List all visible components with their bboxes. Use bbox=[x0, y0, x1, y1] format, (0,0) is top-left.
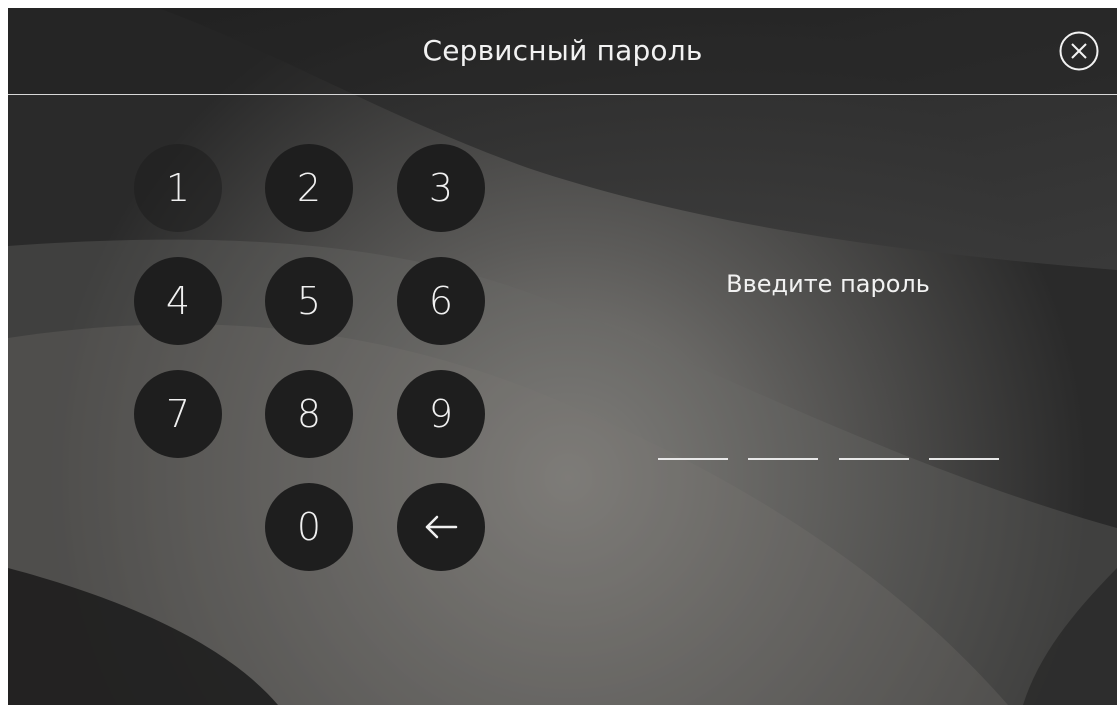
key-2[interactable]: 2 bbox=[265, 144, 353, 232]
pin-slot-4 bbox=[929, 458, 999, 460]
key-3[interactable]: 3 bbox=[397, 144, 485, 232]
pin-slot-2 bbox=[748, 458, 818, 460]
password-prompt: Введите пароль bbox=[726, 270, 930, 298]
key-4[interactable]: 4 bbox=[134, 257, 222, 345]
close-button[interactable] bbox=[1059, 31, 1099, 71]
backspace-button[interactable] bbox=[397, 483, 485, 571]
key-6[interactable]: 6 bbox=[397, 257, 485, 345]
key-8[interactable]: 8 bbox=[265, 370, 353, 458]
wave-background bbox=[8, 8, 1117, 705]
key-0[interactable]: 0 bbox=[265, 483, 353, 571]
service-password-screen: Сервисный пароль 1 2 3 4 5 6 7 8 9 0 Вве… bbox=[8, 8, 1117, 705]
backspace-arrow-icon bbox=[425, 515, 458, 539]
pin-slot-1 bbox=[658, 458, 728, 460]
key-9[interactable]: 9 bbox=[397, 370, 485, 458]
pin-slot-3 bbox=[839, 458, 909, 460]
key-7[interactable]: 7 bbox=[134, 370, 222, 458]
key-1[interactable]: 1 bbox=[134, 144, 222, 232]
page-title: Сервисный пароль bbox=[422, 34, 703, 67]
key-5[interactable]: 5 bbox=[265, 257, 353, 345]
close-circle-icon bbox=[1059, 31, 1099, 71]
header-bar: Сервисный пароль bbox=[8, 8, 1117, 95]
